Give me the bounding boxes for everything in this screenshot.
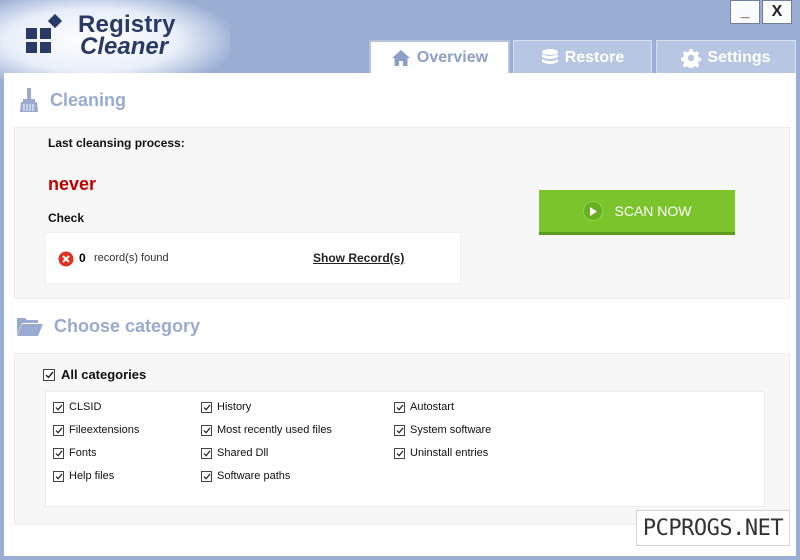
category-section-title: Choose category: [16, 315, 200, 337]
app-logo: Registry Cleaner: [24, 13, 176, 60]
category-panel: All categories CLSID Fileextensions Font…: [14, 353, 790, 525]
checkbox-icon: [394, 447, 405, 459]
show-records-link[interactable]: Show Record(s): [313, 251, 404, 265]
category-label: System software: [410, 424, 492, 436]
play-icon: [582, 201, 603, 221]
tab-settings-label: Settings: [707, 48, 771, 66]
scan-now-label: SCAN NOW: [614, 203, 692, 219]
logo-title-line2: Cleaner: [80, 33, 169, 60]
last-cleansing-label: Last cleansing process:: [48, 136, 185, 150]
folder-open-icon: [17, 318, 43, 336]
category-label: Fonts: [69, 447, 97, 459]
checkbox-icon: [201, 401, 212, 413]
category-item[interactable]: Shared Dll: [201, 447, 268, 459]
category-label: Software paths: [217, 470, 291, 482]
category-label: Uninstall entries: [410, 447, 489, 459]
category-item[interactable]: Help files: [53, 470, 114, 482]
checkbox-icon: [201, 470, 212, 482]
checkbox-icon: [53, 401, 64, 413]
category-item[interactable]: CLSID: [53, 401, 101, 413]
category-list: CLSID Fileextensions Fonts Help files Hi…: [45, 391, 765, 507]
logo-icon: [26, 14, 63, 53]
category-item[interactable]: Uninstall entries: [394, 447, 488, 459]
checkbox-icon: [201, 424, 212, 436]
category-item[interactable]: Autostart: [394, 401, 454, 413]
category-label: Autostart: [410, 401, 455, 413]
checkbox-icon: [201, 447, 212, 459]
checkbox-icon: [394, 401, 405, 413]
cleaning-panel: Last cleansing process: never Check 0 re…: [14, 127, 790, 299]
home-icon: [391, 50, 410, 66]
tab-overview[interactable]: Overview: [369, 40, 510, 74]
records-found-text: record(s) found: [94, 252, 169, 264]
broom-icon: [20, 88, 38, 112]
category-item[interactable]: Fileextensions: [53, 424, 139, 436]
all-categories-checkbox[interactable]: All categories: [43, 367, 146, 382]
checkbox-icon: [53, 470, 64, 482]
category-item[interactable]: Software paths: [201, 470, 290, 482]
checkbox-icon: [53, 424, 64, 436]
scan-now-button[interactable]: SCAN NOW: [539, 190, 735, 235]
tab-restore[interactable]: Restore: [513, 40, 652, 74]
last-cleansing-value: never: [48, 174, 97, 194]
category-label: History: [217, 401, 252, 413]
category-title: Choose category: [54, 315, 201, 336]
tab-settings[interactable]: Settings: [656, 40, 796, 74]
all-categories-label: All categories: [61, 367, 147, 382]
check-label: Check: [48, 211, 85, 225]
category-label: Fileextensions: [69, 424, 140, 436]
tab-overview-label: Overview: [416, 49, 489, 66]
close-button[interactable]: X: [762, 0, 792, 24]
watermark: PCPROGS.NET: [636, 510, 790, 546]
category-label: Shared Dll: [217, 447, 269, 459]
minimize-button[interactable]: _: [730, 0, 760, 24]
cleaning-title: Cleaning: [50, 89, 127, 110]
database-icon: [541, 48, 558, 64]
category-label: CLSID: [69, 401, 102, 413]
tab-restore-label: Restore: [564, 48, 625, 66]
category-label: Most recently used files: [217, 424, 332, 436]
records-box: 0 record(s) found Show Record(s): [45, 232, 461, 284]
category-item[interactable]: System software: [394, 424, 491, 436]
category-label: Help files: [69, 470, 115, 482]
error-icon: [58, 251, 74, 267]
gear-icon: [681, 48, 702, 68]
app-window: Registry Cleaner _ X Overview Restore Se…: [0, 0, 800, 560]
category-item[interactable]: Fonts: [53, 447, 97, 459]
category-item[interactable]: Most recently used files: [201, 424, 332, 436]
record-count: 0: [79, 251, 86, 265]
category-item[interactable]: History: [201, 401, 251, 413]
checkbox-icon: [43, 368, 55, 381]
checkbox-icon: [394, 424, 405, 436]
cleaning-section-title: Cleaning: [18, 87, 126, 113]
main-content: Cleaning Last cleansing process: never C…: [4, 73, 796, 556]
checkbox-icon: [53, 447, 64, 459]
